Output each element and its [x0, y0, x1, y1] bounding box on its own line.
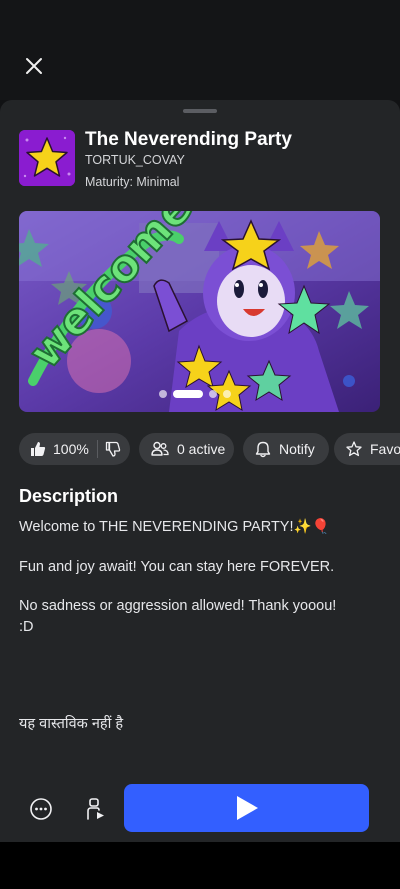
bottom-action-bar	[0, 770, 400, 842]
description-line: :D	[19, 619, 34, 635]
bell-icon	[255, 441, 271, 457]
people-icon	[151, 441, 169, 456]
game-thumbnail-carousel[interactable]: welcome	[19, 211, 380, 412]
game-title: The Neverending Party	[85, 129, 292, 150]
rating-percent: 100%	[53, 441, 89, 457]
play-button[interactable]	[124, 784, 369, 832]
game-creator[interactable]: TORTUK_COVAY	[85, 153, 185, 167]
avatar-customize-button[interactable]	[80, 794, 110, 824]
top-bar	[0, 0, 400, 100]
favorite-chip[interactable]: Favorite	[334, 433, 400, 465]
carousel-dot[interactable]	[159, 390, 167, 398]
system-navigation-area	[0, 842, 400, 889]
carousel-dot[interactable]	[223, 390, 231, 398]
favorite-label: Favorite	[370, 441, 400, 457]
close-button[interactable]	[18, 50, 50, 82]
more-icon	[30, 798, 52, 820]
drag-handle[interactable]	[183, 109, 217, 113]
carousel-indicator	[159, 389, 231, 399]
active-players-chip[interactable]: 0 active	[139, 433, 234, 465]
description-line: यह वास्तविक नहीं है	[19, 716, 124, 732]
divider	[96, 440, 98, 458]
thumbs-down-icon	[105, 441, 121, 457]
play-icon	[236, 796, 258, 820]
game-header: The Neverending Party TORTUK_COVAY Matur…	[19, 129, 381, 189]
carousel-dot-active[interactable]	[173, 390, 203, 398]
description-line: Fun and joy await! You can stay here FOR…	[19, 559, 335, 575]
carousel-dot[interactable]	[209, 390, 217, 398]
notify-chip[interactable]: Notify	[243, 433, 329, 465]
thumbnail-image: welcome	[19, 211, 380, 412]
star-game-icon	[19, 130, 75, 186]
close-icon	[26, 58, 42, 74]
action-chips-row: 100% 0 active Notify Favo	[19, 433, 400, 465]
thumbs-up-button[interactable]	[30, 441, 46, 457]
description-line: Welcome to THE NEVERENDING PARTY!✨🎈	[19, 519, 330, 535]
active-players-count: 0 active	[177, 441, 226, 457]
description-line: No sadness or aggression allowed! Thank …	[19, 598, 337, 614]
game-details-sheet: The Neverending Party TORTUK_COVAY Matur…	[0, 100, 400, 842]
description-heading: Description	[19, 486, 119, 506]
thumbs-up-icon	[31, 442, 46, 456]
avatar-icon	[87, 798, 104, 820]
vote-chip: 100%	[19, 433, 130, 465]
thumbs-down-button[interactable]	[105, 441, 121, 457]
more-options-button[interactable]	[26, 794, 56, 824]
notify-label: Notify	[279, 441, 315, 457]
star-icon	[346, 441, 362, 457]
maturity-label: Maturity: Minimal	[85, 175, 180, 189]
